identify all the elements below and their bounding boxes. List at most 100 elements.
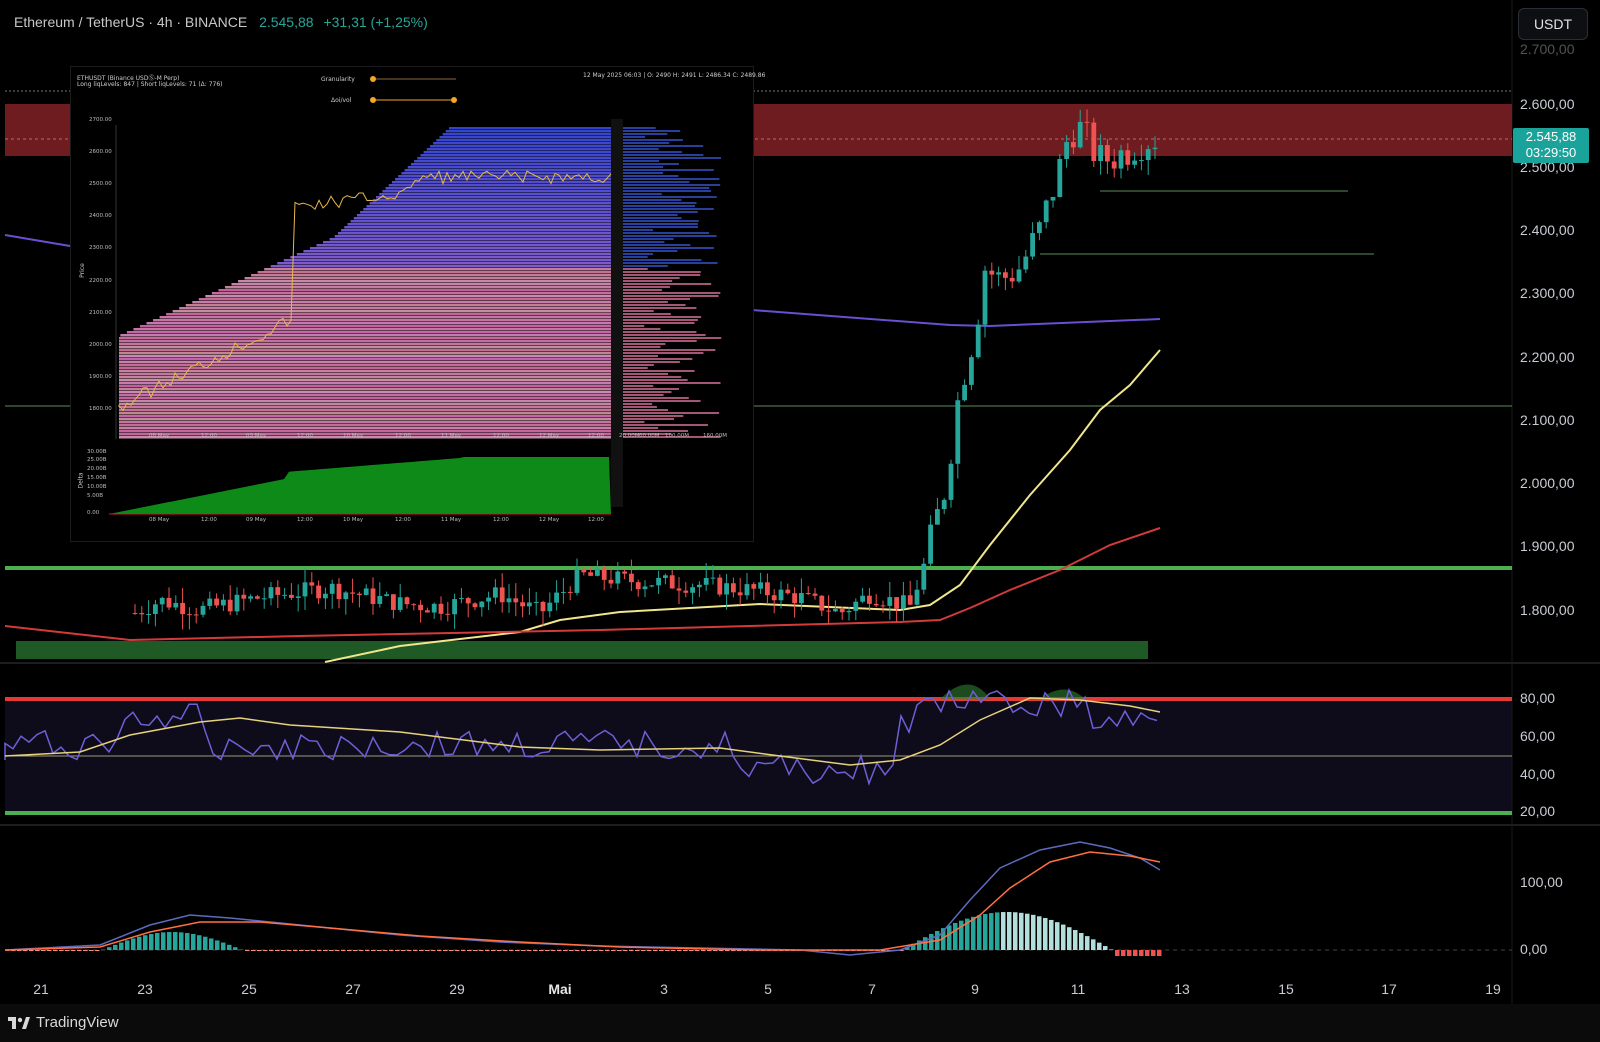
candle-body <box>765 582 770 596</box>
brand-label: TradingView <box>36 1014 119 1031</box>
macd-bar <box>287 950 292 951</box>
volume-level <box>623 295 719 297</box>
candle-body <box>329 583 335 594</box>
volume-level <box>623 136 646 138</box>
price-tag-value: 2.545,88 <box>1525 129 1577 144</box>
macd-bar <box>143 935 148 950</box>
macd-bar <box>551 950 556 951</box>
candle-body <box>1016 269 1022 282</box>
macd-bar <box>1091 939 1096 950</box>
macd-bar <box>503 950 508 951</box>
volume-level <box>623 268 648 270</box>
heatmap-level <box>366 205 611 208</box>
candle-body <box>187 614 192 616</box>
heatmap-level <box>120 334 611 337</box>
heatmap-level <box>344 226 611 229</box>
inset-time-tick: 12:00 <box>201 433 217 439</box>
macd-bar <box>317 950 322 951</box>
macd-bar <box>527 950 532 951</box>
heatmap-divider <box>611 119 623 507</box>
macd-bar <box>365 950 370 951</box>
inset-delta-axis-title: Delta <box>77 472 85 489</box>
candle-body <box>703 578 709 585</box>
macd-axis-label: 0,00 <box>1520 941 1548 957</box>
candle-body <box>1125 150 1131 165</box>
candle-body <box>1118 150 1124 169</box>
candle-body <box>547 602 553 612</box>
volume-level <box>623 202 697 204</box>
volume-level <box>623 211 698 213</box>
volume-level <box>623 397 689 399</box>
macd-bar <box>203 936 208 950</box>
candle-body <box>289 594 294 598</box>
candle-body <box>452 599 457 615</box>
heatmap-level <box>264 268 611 271</box>
heatmap-level <box>192 301 611 304</box>
price-change: +31,31 (+1,25%) <box>323 14 428 30</box>
macd-bar <box>1079 933 1084 950</box>
macd-bar <box>41 950 46 951</box>
price-axis-label: 1.900,00 <box>1520 538 1575 554</box>
candle-body <box>799 592 804 604</box>
inset-delta-time-tick: 12 May <box>539 517 560 523</box>
candle-body <box>200 605 206 615</box>
macd-bar <box>233 947 238 950</box>
candle-body <box>384 594 389 596</box>
volume-level <box>623 367 648 369</box>
candle-body <box>404 597 410 605</box>
time-axis-label: 5 <box>764 981 772 997</box>
time-axis-label: 15 <box>1278 981 1294 997</box>
candle-body <box>982 270 988 325</box>
heatmap-level <box>353 217 611 220</box>
macd-bar <box>263 950 268 951</box>
heatmap-level <box>119 379 611 382</box>
volume-level <box>623 226 699 228</box>
heatmap-level <box>420 154 611 157</box>
macd-bar <box>455 950 460 951</box>
time-axis-label: 17 <box>1381 981 1397 997</box>
macd-bar <box>1013 912 1018 950</box>
heatmap-level <box>347 223 611 226</box>
volume-level <box>623 355 658 357</box>
heatmap-level <box>251 274 611 277</box>
macd-bar <box>341 950 346 951</box>
volume-level <box>623 154 704 156</box>
heatmap-level <box>309 247 611 250</box>
volume-level <box>623 241 665 243</box>
macd-bar <box>245 950 250 951</box>
volume-level <box>623 277 680 279</box>
tradingview-logo[interactable]: TradingView <box>8 1014 119 1031</box>
heatmap-level <box>119 349 611 352</box>
macd-bar <box>1055 922 1060 950</box>
macd-bar <box>593 950 598 951</box>
heatmap-level <box>356 214 611 217</box>
price-axis-label: 2.000,00 <box>1520 475 1575 491</box>
heatmap-level <box>119 382 611 385</box>
currency-button[interactable]: USDT <box>1518 8 1588 40</box>
heatmap-level <box>385 187 611 190</box>
macd-bar <box>1127 950 1132 956</box>
candle-body <box>989 270 995 275</box>
heatmap-level <box>231 283 611 286</box>
volume-level <box>623 238 674 240</box>
symbol-header[interactable]: Ethereum / TetherUS · 4h · BINANCE 2.545… <box>14 14 428 30</box>
heatmap-levels <box>119 127 722 439</box>
macd-bar <box>251 950 256 951</box>
candle-body <box>234 594 240 612</box>
inset-delta-tick: 15.00B <box>87 475 107 481</box>
candle-body <box>751 584 757 589</box>
volume-level <box>623 169 714 171</box>
time-axis-label: 19 <box>1485 981 1501 997</box>
candle-body <box>139 613 145 615</box>
rsi-axis-label: 60,00 <box>1520 728 1556 744</box>
candle-body <box>1023 256 1029 270</box>
candle-body <box>316 585 321 599</box>
heatmap-level <box>166 313 611 316</box>
inset-delta-tick: 20.00B <box>87 466 107 472</box>
inset-volume-tick: 60.00M <box>639 433 660 439</box>
candle-body <box>132 612 138 614</box>
volume-level <box>623 370 695 372</box>
candle-body <box>227 599 233 612</box>
heatmap-level <box>211 292 611 295</box>
candle-body <box>697 584 702 588</box>
